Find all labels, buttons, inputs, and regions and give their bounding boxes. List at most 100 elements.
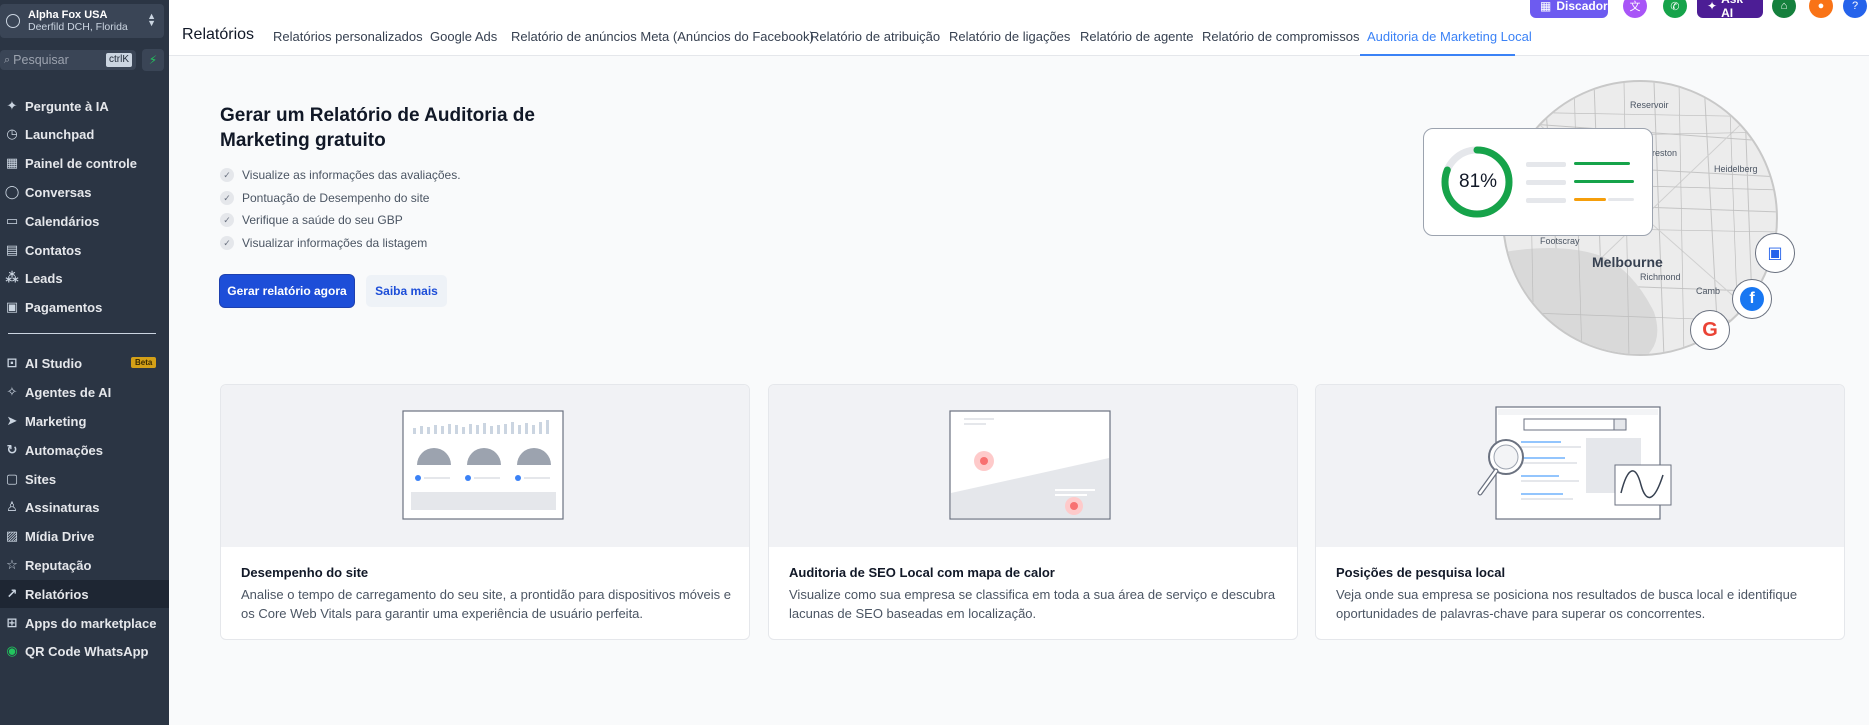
dashboard-icon: ▦	[5, 155, 19, 170]
heatmap-graphic	[949, 410, 1111, 520]
card-site-performance[interactable]: Desempenho do site Analise o tempo de ca…	[220, 384, 750, 640]
payments-icon: ▣	[5, 299, 19, 314]
feature-label: Verifique a saúde do seu GBP	[242, 213, 403, 227]
sidebar-item-label: AI Studio	[25, 355, 83, 371]
map-label-footscray: Footscray	[1540, 236, 1580, 246]
tab-6[interactable]: Relatório de compromissos	[1202, 29, 1360, 44]
sidebar-divider	[8, 333, 156, 334]
notifications-button[interactable]: ●	[1809, 0, 1833, 18]
sidebar-item-label: Reputação	[25, 557, 92, 573]
search-positions-illustration	[1316, 385, 1844, 547]
feature-check-item: ✓ Verifique a saúde do seu GBP	[220, 213, 403, 227]
tab-4[interactable]: Relatório de ligações	[949, 29, 1070, 44]
tab-1[interactable]: Google Ads	[430, 29, 497, 44]
bell-icon: ●	[1817, 0, 1825, 12]
sidebar-item-contatos[interactable]: ▤ Contatos	[0, 236, 169, 264]
header: Relatórios Relatórios personalizados Goog…	[169, 0, 1869, 56]
feature-label: Visualizar informações da listagem	[242, 236, 428, 250]
sidebar-item-label: Automações	[25, 442, 104, 458]
site-performance-illustration	[221, 385, 749, 547]
translate-button[interactable]: 文	[1623, 0, 1647, 18]
sidebar-item-launchpad[interactable]: ◷ Launchpad	[0, 120, 169, 148]
chevron-updown-icon: ▲ ▼	[147, 11, 156, 28]
search-shortcut: ctrlK	[106, 53, 132, 67]
account-name: Alpha Fox USA	[28, 9, 108, 21]
sidebar-item-pergunte-à-ia[interactable]: ✦ Pergunte à IA	[0, 92, 169, 120]
card-title: Auditoria de SEO Local com mapa de calor	[789, 565, 1055, 580]
sidebar-item-apps-do-marketplace[interactable]: ⊞ Apps do marketplace	[0, 609, 169, 637]
page-title: Relatórios	[182, 26, 255, 43]
sidebar-item-relatórios[interactable]: ↗ Relatórios	[0, 580, 169, 608]
check-icon: ✓	[220, 191, 234, 205]
sidebar-item-calendários[interactable]: ▭ Calendários	[0, 207, 169, 235]
tab-2[interactable]: Relatório de anúncios Meta (Anúncios do …	[511, 29, 814, 44]
image-icon: ▨	[5, 528, 19, 543]
sidebar-item-assinaturas[interactable]: ♙ Assinaturas	[0, 493, 169, 521]
beta-badge: Beta	[131, 357, 157, 368]
sidebar: Alpha Fox USA Deerfild DCH, Florida ▲ ▼ ⌕…	[0, 0, 169, 725]
map-label-richmond: Richmond	[1640, 272, 1681, 282]
account-switcher[interactable]: Alpha Fox USA Deerfild DCH, Florida ▲ ▼	[0, 4, 164, 38]
sidebar-item-leads[interactable]: ⁂ Leads	[0, 264, 169, 292]
card-description: Analise o tempo de carregamento do seu s…	[241, 587, 731, 621]
sidebar-item-label: Calendários	[25, 213, 100, 229]
sidebar-item-label: Pergunte à IA	[25, 98, 109, 114]
card-local-search-positions[interactable]: Posições de pesquisa local Veja onde sua…	[1315, 384, 1845, 640]
learn-more-button[interactable]: Saiba mais	[366, 275, 447, 307]
sparkle-icon: ✦	[1707, 0, 1718, 13]
ask-ai-button[interactable]: ✦ Ask AI	[1697, 0, 1763, 20]
sidebar-item-label: Contatos	[25, 242, 82, 258]
dialer-button[interactable]: ▦ Discador	[1530, 0, 1608, 18]
phone-button[interactable]: ✆	[1663, 0, 1687, 18]
google-business-icon: ▣	[1755, 233, 1795, 273]
sidebar-item-automações[interactable]: ↻ Automações	[0, 436, 169, 464]
sidebar-item-label: Conversas	[25, 184, 92, 200]
generate-report-button[interactable]: Gerar relatório agora	[220, 275, 354, 307]
sidebar-item-pagamentos[interactable]: ▣ Pagamentos	[0, 293, 169, 321]
sidebar-item-label: Pagamentos	[25, 299, 103, 315]
search-input[interactable]: ⌕ Pesquisar ctrlK	[0, 50, 136, 70]
sidebar-item-conversas[interactable]: ◯ Conversas	[0, 178, 169, 206]
agent-icon: ✧	[6, 384, 18, 399]
ai-studio-icon: ⊡	[6, 355, 18, 370]
calendar-icon: ▭	[5, 213, 19, 228]
contacts-icon: ▤	[5, 242, 19, 257]
quick-action-button[interactable]: ⚡	[142, 49, 164, 71]
sidebar-item-reputação[interactable]: ☆ Reputação	[0, 551, 169, 579]
tab-7[interactable]: Auditoria de Marketing Local	[1367, 29, 1532, 44]
bolt-icon: ⚡	[148, 53, 158, 67]
sidebar-item-ai-studio[interactable]: ⊡ AI Studio Beta	[0, 349, 169, 377]
map-label-melbourne: Melbourne	[1592, 254, 1663, 270]
sidebar-item-label: Sites	[25, 471, 57, 487]
check-icon: ✓	[220, 236, 234, 250]
account-info: Alpha Fox USA Deerfild DCH, Florida	[28, 9, 128, 33]
whatsapp-icon: ◉	[6, 643, 18, 658]
sidebar-item-mídia-drive[interactable]: ▨ Mídia Drive	[0, 522, 169, 550]
tab-3[interactable]: Relatório de atribuição	[810, 29, 940, 44]
feature-label: Visualize as informações das avaliações.	[242, 168, 461, 182]
card-description: Visualize como sua empresa se classifica…	[789, 587, 1276, 621]
sidebar-item-label: Assinaturas	[25, 499, 100, 515]
account-location: Deerfild DCH, Florida	[28, 21, 128, 33]
store-button[interactable]: ⌂	[1772, 0, 1796, 18]
rocket-icon: ◷	[6, 126, 18, 141]
tab-0[interactable]: Relatórios personalizados	[273, 29, 423, 44]
heatmap-illustration	[769, 385, 1297, 547]
sidebar-item-qr-code-whatsapp[interactable]: ◉ QR Code WhatsApp	[0, 637, 169, 665]
help-button[interactable]: ?	[1843, 0, 1867, 18]
sidebar-item-sites[interactable]: ▢ Sites	[0, 465, 169, 493]
search-icon: ⌕	[4, 53, 11, 66]
card-local-seo-heatmap[interactable]: Auditoria de SEO Local com mapa de calor…	[768, 384, 1298, 640]
leads-icon: ⁂	[5, 270, 19, 285]
apps-icon: ⊞	[6, 615, 18, 630]
sidebar-item-painel-de-controle[interactable]: ▦ Painel de controle	[0, 149, 169, 177]
map-label-camb: Camb	[1696, 286, 1721, 296]
sidebar-item-marketing[interactable]: ➤ Marketing	[0, 407, 169, 435]
active-tab-indicator	[1360, 54, 1515, 56]
sidebar-item-label: Launchpad	[25, 126, 95, 142]
map-label-reservoir: Reservoir	[1630, 100, 1669, 110]
google-icon: G	[1690, 310, 1730, 350]
tab-5[interactable]: Relatório de agente	[1080, 29, 1193, 44]
sidebar-item-agentes-de-ai[interactable]: ✧ Agentes de AI	[0, 378, 169, 406]
sidebar-item-label: Painel de controle	[25, 155, 137, 171]
